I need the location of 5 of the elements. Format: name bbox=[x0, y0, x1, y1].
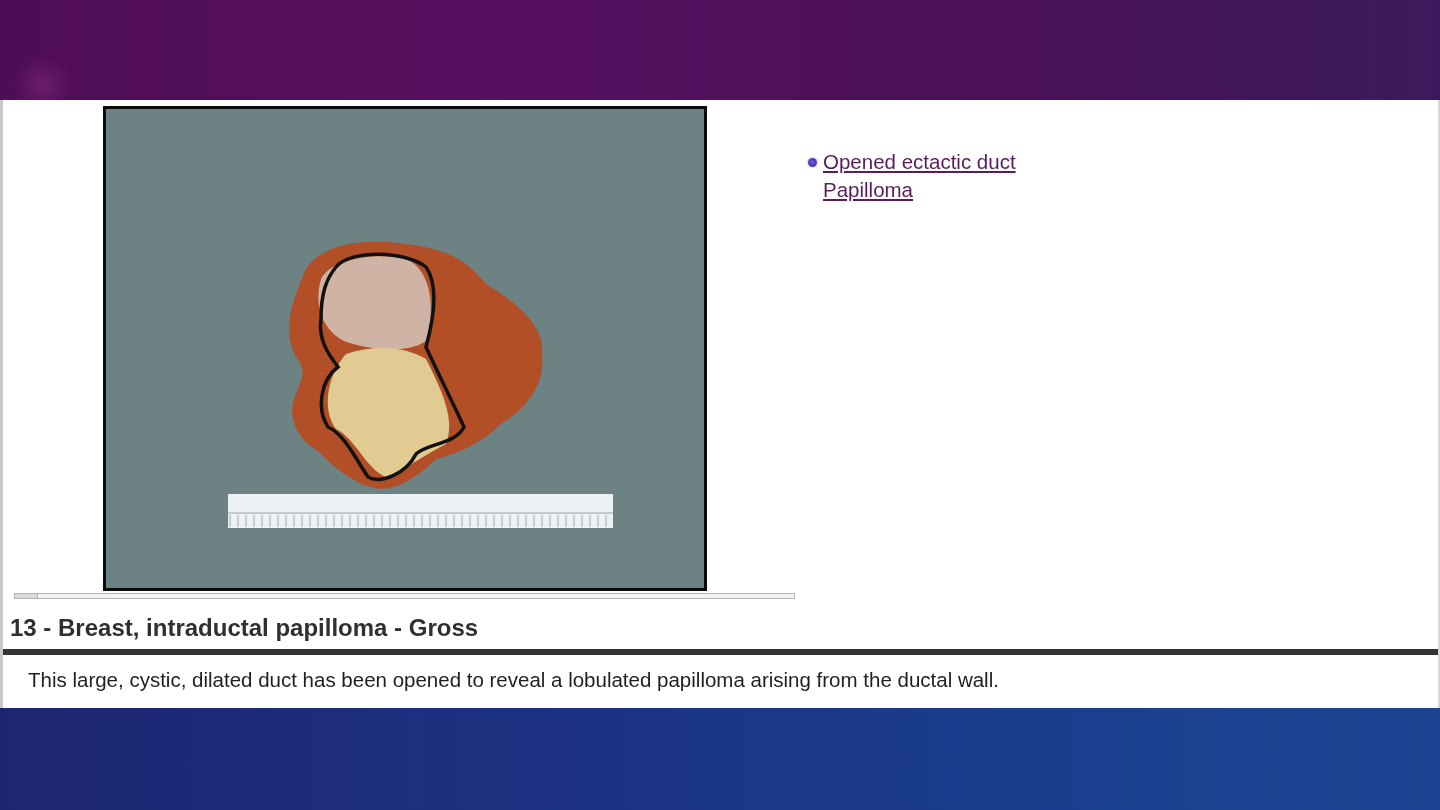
bullet-icon bbox=[808, 158, 817, 167]
link[interactable]: Opened ectactic duct Papilloma bbox=[823, 148, 1033, 204]
caption-description: This large, cystic, dilated duct has been opened to reveal a lobulated papilloma arising from the ductal wall. bbox=[28, 667, 1000, 693]
caption-title: 13 - Breast, intraductal papilloma - Gross bbox=[10, 613, 480, 643]
horizontal-scrollbar[interactable] bbox=[14, 593, 795, 599]
